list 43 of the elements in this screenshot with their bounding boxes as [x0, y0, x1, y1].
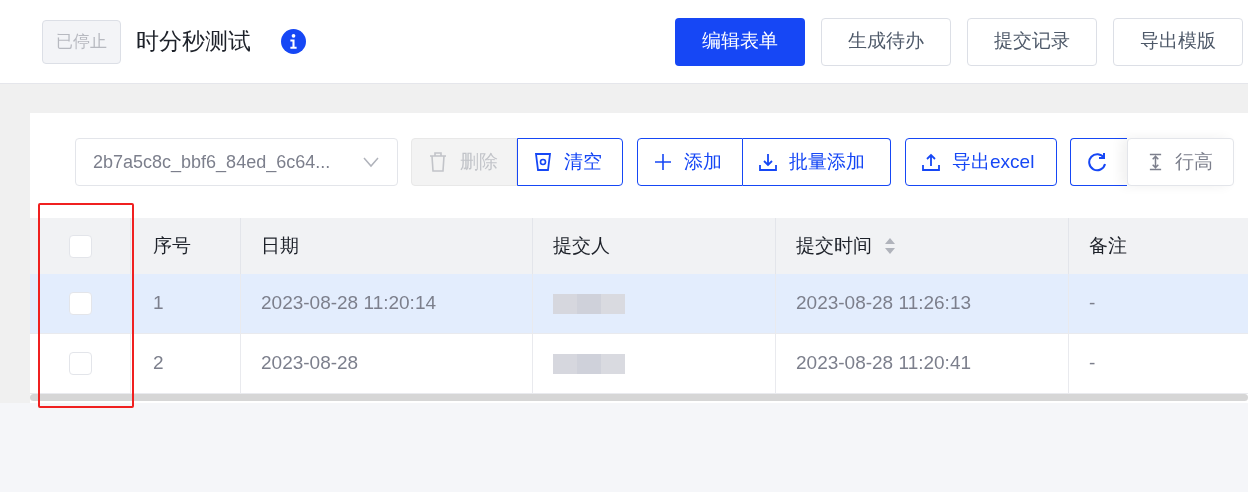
checkbox[interactable] — [68, 292, 92, 315]
add-button[interactable]: 添加 — [637, 138, 743, 186]
header-button[interactable]: 生成待办 — [821, 17, 951, 66]
table-cell-text: 2 — [153, 351, 164, 376]
column-header: 提交时间 — [796, 233, 872, 258]
table-row[interactable]: 1 2023-08-28 11:20:14 2023-08-28 11:26:13 - — [30, 274, 1248, 334]
column-header: 备注 — [1089, 233, 1127, 258]
header-button[interactable]: 编辑表单 — [675, 17, 805, 66]
row-height-button[interactable]: 行高 — [1127, 138, 1234, 186]
column-header: 日期 — [261, 233, 299, 258]
table-cell-text: - — [1089, 351, 1096, 376]
download-icon — [759, 153, 777, 171]
column-header: 序号 — [153, 233, 191, 258]
blurred-name — [553, 351, 625, 376]
status-tag: 已停止 — [42, 19, 121, 64]
table-cell-text: 1 — [153, 291, 164, 316]
upload-icon — [922, 153, 940, 171]
checkbox[interactable] — [68, 234, 92, 258]
checkbox[interactable] — [68, 352, 92, 375]
info-icon[interactable] — [281, 29, 306, 54]
table-cell-text: 2023-08-28 11:26:13 — [796, 291, 972, 316]
header-button[interactable]: 提交记录 — [967, 17, 1097, 66]
table-row[interactable]: 2 2023-08-28 2023-08-28 11:20:41 - — [30, 334, 1248, 394]
horizontal-scrollbar[interactable] — [30, 394, 1248, 401]
header-button[interactable]: 导出模版 — [1113, 17, 1243, 66]
table-cell-text: 2023-08-28 — [261, 351, 359, 376]
dataset-select[interactable]: 2b7a5c8c_bbf6_84ed_6c64... — [75, 138, 398, 186]
sort-icon[interactable] — [884, 237, 896, 255]
clear-button[interactable]: 清空 — [517, 138, 623, 186]
column-header: 提交人 — [553, 233, 610, 258]
batch-add-button[interactable]: 批量添加 — [743, 138, 891, 186]
table-cell-text: - — [1089, 291, 1096, 316]
plus-icon — [654, 153, 672, 171]
export-button[interactable]: 导出excel — [905, 138, 1057, 186]
form-title: 时分秒测试 — [136, 27, 251, 57]
row-height-icon — [1148, 153, 1163, 171]
cup-icon — [534, 152, 552, 172]
refresh-button[interactable] — [1070, 138, 1127, 186]
trash-icon — [428, 151, 448, 173]
table-cell-text: 2023-08-28 11:20:14 — [261, 291, 437, 316]
table-cell-text: 2023-08-28 11:20:41 — [796, 351, 972, 376]
refresh-icon — [1087, 152, 1107, 172]
blurred-name — [553, 291, 625, 316]
